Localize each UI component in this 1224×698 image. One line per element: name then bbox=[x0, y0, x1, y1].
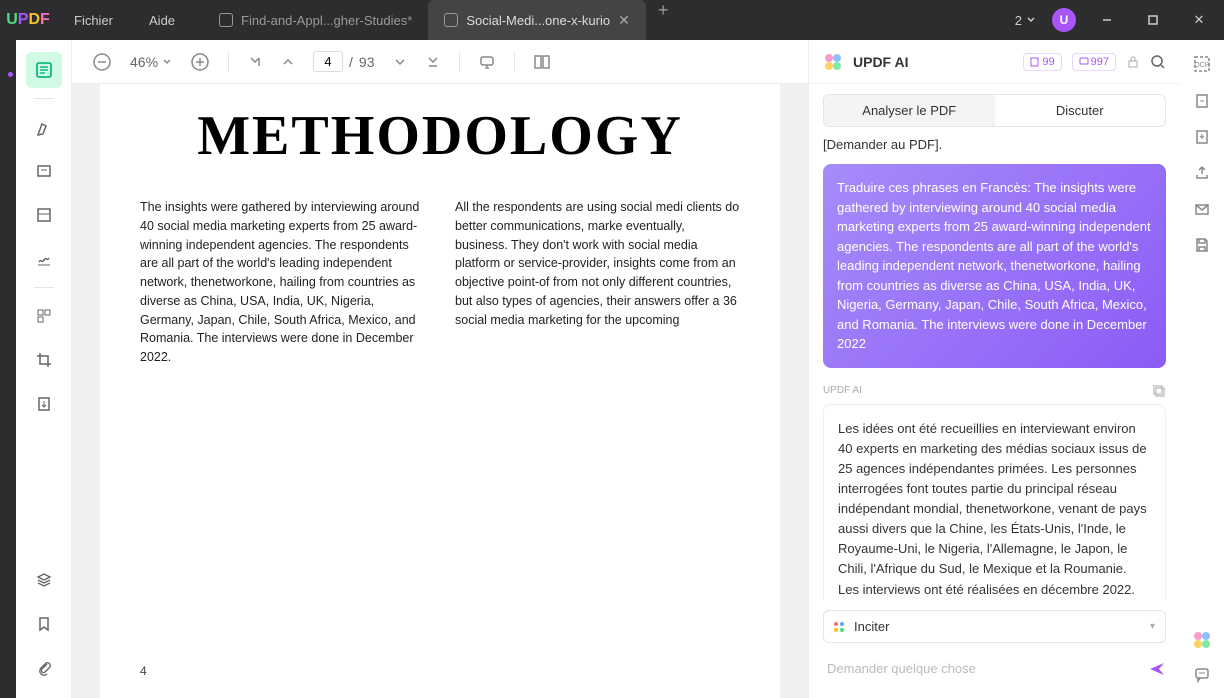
chevron-down-icon bbox=[162, 57, 172, 67]
dots-icon bbox=[834, 622, 844, 632]
highlight-tool[interactable] bbox=[26, 109, 62, 145]
add-tab-button[interactable]: + bbox=[646, 0, 681, 40]
content-area: 46% / 93 METHODOLOGY The insights were g… bbox=[72, 40, 808, 698]
ai-logo-icon bbox=[823, 52, 843, 72]
tabs-bar: Find-and-Appl...gher-Studies* Social-Med… bbox=[203, 0, 1015, 40]
reader-mode-button[interactable] bbox=[26, 52, 62, 88]
close-icon[interactable]: ✕ bbox=[618, 12, 630, 29]
doc-icon bbox=[219, 13, 233, 27]
send-button[interactable] bbox=[1148, 660, 1166, 678]
chat-icon bbox=[1079, 57, 1089, 67]
page-heading: METHODOLOGY bbox=[140, 104, 740, 168]
page-number: 4 bbox=[140, 664, 147, 678]
tab-active[interactable]: Social-Medi...one-x-kurio ✕ bbox=[428, 0, 646, 40]
organize-tool[interactable] bbox=[26, 298, 62, 334]
zoom-out-button[interactable] bbox=[92, 52, 112, 72]
ai-header: UPDF AI 99 997 bbox=[809, 40, 1180, 84]
email-button[interactable] bbox=[1193, 200, 1211, 218]
separator bbox=[228, 52, 229, 72]
save-button[interactable] bbox=[1193, 236, 1211, 254]
notification-count[interactable]: 2 bbox=[1015, 13, 1036, 28]
form-tool[interactable] bbox=[26, 197, 62, 233]
menu-help[interactable]: Aide bbox=[131, 13, 193, 28]
crop-tool[interactable] bbox=[26, 342, 62, 378]
document-viewport[interactable]: METHODOLOGY The insights were gathered b… bbox=[72, 84, 808, 698]
ai-title: UPDF AI bbox=[853, 54, 1013, 70]
titlebar-right: 2 U ✕ bbox=[1015, 5, 1224, 35]
separator bbox=[34, 287, 54, 288]
chat-scroll[interactable]: [Demander au PDF]. Traduire ces phrases … bbox=[809, 137, 1180, 600]
annotate-tool[interactable] bbox=[26, 153, 62, 189]
mode-segment: Analyser le PDF Discuter bbox=[823, 94, 1166, 127]
zoom-level[interactable]: 46% bbox=[130, 54, 172, 70]
main-area: 46% / 93 METHODOLOGY The insights were g… bbox=[16, 40, 1224, 698]
next-page-button[interactable] bbox=[393, 55, 407, 69]
chat-input-row bbox=[823, 653, 1166, 684]
user-message: Traduire ces phrases en Francès: The ins… bbox=[823, 164, 1166, 368]
avatar[interactable]: U bbox=[1052, 8, 1076, 32]
menu-file[interactable]: Fichier bbox=[56, 13, 131, 28]
svg-text:OCR: OCR bbox=[1194, 62, 1210, 69]
tab-inactive[interactable]: Find-and-Appl...gher-Studies* bbox=[203, 0, 428, 40]
tab-label: Social-Medi...one-x-kurio bbox=[466, 13, 610, 28]
convert-button[interactable] bbox=[1193, 128, 1211, 146]
app-logo: UPDF bbox=[0, 11, 56, 29]
column-2: All the respondents are using social med… bbox=[455, 198, 740, 367]
chevron-down-icon bbox=[1026, 15, 1036, 25]
page-sep: / bbox=[349, 54, 353, 70]
zoom-in-button[interactable] bbox=[190, 52, 210, 72]
last-page-button[interactable] bbox=[425, 54, 441, 70]
doc-toolbar: 46% / 93 bbox=[72, 40, 808, 84]
notif-number: 2 bbox=[1015, 13, 1022, 28]
sign-tool[interactable] bbox=[26, 241, 62, 277]
bookmark-button[interactable] bbox=[26, 606, 62, 642]
first-page-button[interactable] bbox=[247, 54, 263, 70]
messages-badge: 997 bbox=[1072, 53, 1116, 71]
indicator-dot bbox=[8, 72, 13, 77]
suggest-label: Inciter bbox=[854, 619, 889, 634]
prev-page-button[interactable] bbox=[281, 55, 295, 69]
presentation-button[interactable] bbox=[478, 53, 496, 71]
ai-response-label: UPDF AI bbox=[823, 384, 1166, 398]
chevron-down-icon: ▾ bbox=[1150, 621, 1155, 632]
lock-icon[interactable] bbox=[1126, 55, 1140, 69]
export-button[interactable] bbox=[1193, 92, 1211, 110]
ai-toggle-button[interactable] bbox=[1192, 630, 1212, 650]
copy-button[interactable] bbox=[1152, 384, 1166, 398]
close-button[interactable]: ✕ bbox=[1184, 5, 1214, 35]
ocr-button[interactable]: OCR bbox=[1192, 54, 1212, 74]
attachment-button[interactable] bbox=[26, 650, 62, 686]
ai-message: Les idées ont été recueillies en intervi… bbox=[823, 404, 1166, 601]
separator bbox=[34, 98, 54, 99]
system-note: [Demander au PDF]. bbox=[823, 137, 1166, 152]
tab-chat[interactable]: Discuter bbox=[995, 95, 1166, 126]
search-icon[interactable] bbox=[1150, 54, 1166, 70]
tab-analyze-pdf[interactable]: Analyser le PDF bbox=[824, 95, 995, 126]
minimize-button[interactable] bbox=[1092, 5, 1122, 35]
tab-label: Find-and-Appl...gher-Studies* bbox=[241, 13, 412, 28]
separator bbox=[514, 52, 515, 72]
maximize-button[interactable] bbox=[1138, 5, 1168, 35]
column-1: The insights were gathered by interviewi… bbox=[140, 198, 425, 367]
current-page-field[interactable] bbox=[313, 51, 343, 72]
titlebar: UPDF Fichier Aide Find-and-Appl...gher-S… bbox=[0, 0, 1224, 40]
share-button[interactable] bbox=[1193, 164, 1211, 182]
layers-button[interactable] bbox=[26, 562, 62, 598]
text-columns: The insights were gathered by interviewi… bbox=[140, 198, 740, 367]
page: METHODOLOGY The insights were gathered b… bbox=[100, 84, 780, 698]
chat-input[interactable] bbox=[823, 653, 1138, 684]
doc-icon bbox=[1030, 57, 1040, 67]
right-rail: OCR bbox=[1180, 40, 1224, 698]
compress-tool[interactable] bbox=[26, 386, 62, 422]
prompt-suggest[interactable]: Inciter ▾ bbox=[823, 610, 1166, 643]
ai-panel: UPDF AI 99 997 Analyser le PDF Discuter … bbox=[808, 40, 1180, 698]
page-input: / 93 bbox=[313, 51, 374, 72]
separator bbox=[459, 52, 460, 72]
comments-button[interactable] bbox=[1193, 666, 1211, 684]
view-mode-button[interactable] bbox=[533, 53, 551, 71]
doc-icon bbox=[444, 13, 458, 27]
credits-badge: 99 bbox=[1023, 53, 1061, 71]
left-rail bbox=[16, 40, 72, 698]
total-pages: 93 bbox=[359, 54, 375, 70]
